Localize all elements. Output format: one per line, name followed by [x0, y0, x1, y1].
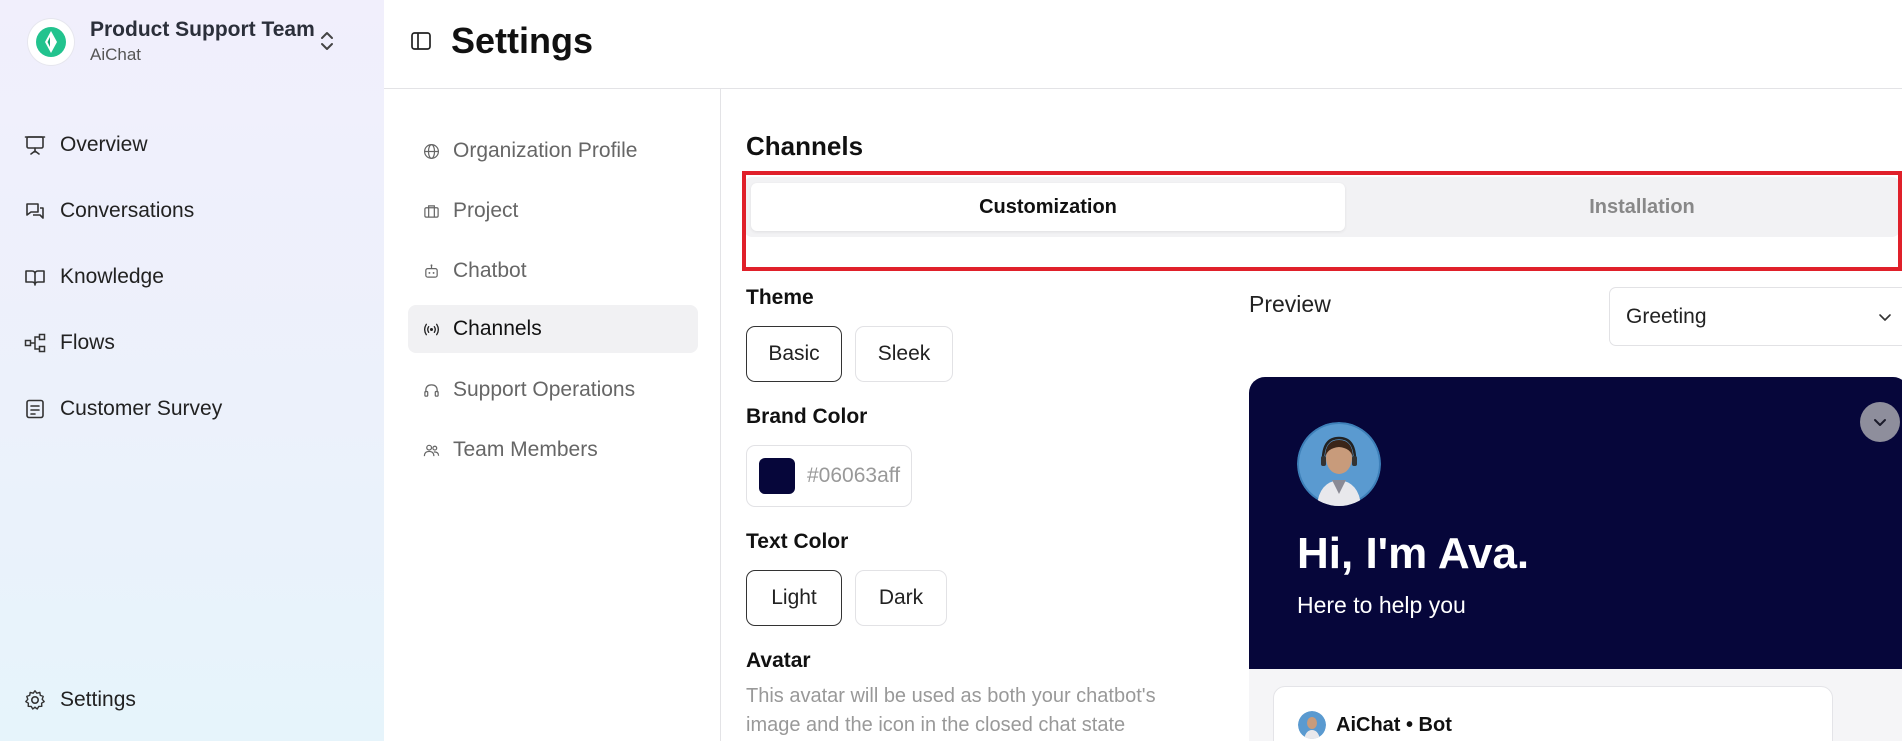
channels-panel: Channels Customization Installation Them… — [721, 89, 1902, 741]
settings-nav-organization-profile[interactable]: Organization Profile — [408, 127, 698, 175]
theme-basic-button[interactable]: Basic — [746, 326, 842, 382]
nav-label: Flows — [60, 331, 115, 354]
chat-widget-preview: Hi, I'm Ava. Here to help you AiChat • B… — [1249, 377, 1902, 741]
settings-nav-label: Team Members — [453, 438, 598, 461]
gear-icon — [25, 690, 45, 710]
settings-nav-label: Project — [453, 199, 519, 222]
survey-form-icon — [26, 399, 44, 419]
nav-item-customer-survey[interactable]: Customer Survey — [24, 376, 222, 442]
nav-item-knowledge[interactable]: Knowledge — [24, 244, 222, 310]
collapse-chat-button[interactable] — [1860, 402, 1900, 442]
page-header: Settings — [384, 0, 1902, 89]
nav-label: Knowledge — [60, 265, 164, 288]
tab-customization[interactable]: Customization — [751, 183, 1345, 231]
chat-header: Hi, I'm Ava. Here to help you — [1249, 377, 1902, 669]
broadcast-icon — [423, 323, 440, 335]
headset-icon — [424, 383, 439, 397]
preview-label: Preview — [1249, 291, 1331, 317]
greeting-title: Hi, I'm Ava. — [1297, 529, 1530, 578]
org-switcher[interactable]: Product Support Team AiChat — [28, 18, 315, 65]
nav-label: Customer Survey — [60, 397, 223, 420]
users-icon — [423, 444, 440, 456]
presentation-icon — [24, 136, 46, 155]
nav-label: Conversations — [60, 199, 195, 222]
brand-color-swatch[interactable] — [759, 458, 795, 494]
brand-color-value: #06063aff — [807, 464, 901, 487]
bot-icon — [425, 263, 438, 278]
theme-label: Theme — [746, 286, 814, 309]
nav-item-overview[interactable]: Overview — [24, 112, 222, 178]
message-card: AiChat • Bot — [1273, 686, 1833, 741]
nav-label: Overview — [60, 133, 148, 156]
page-title: Settings — [451, 20, 594, 61]
section-title: Channels — [746, 131, 864, 161]
settings-nav-team-members[interactable]: Team Members — [408, 426, 698, 474]
globe-icon — [423, 143, 440, 159]
app-sidebar: Product Support Team AiChat Overview Con… — [0, 0, 384, 741]
nav-item-flows[interactable]: Flows — [24, 310, 222, 376]
channel-tabs: Customization Installation — [742, 174, 1902, 238]
sidebar-toggle-icon[interactable] — [410, 30, 432, 52]
book-open-icon — [25, 270, 45, 286]
preview-mode-select[interactable]: Greeting — [1609, 287, 1902, 346]
chevron-down-icon — [1874, 419, 1886, 426]
nav-item-settings[interactable]: Settings — [24, 668, 136, 732]
settings-nav-label: Chatbot — [453, 259, 527, 282]
briefcase-icon — [424, 204, 439, 218]
bot-avatar — [1297, 422, 1381, 506]
text-color-dark-button[interactable]: Dark — [855, 570, 947, 626]
org-name: Product Support Team — [90, 18, 315, 41]
brand-color-picker[interactable]: #06063aff — [746, 445, 912, 507]
settings-nav: Organization Profile Project Chatbot Cha… — [384, 89, 721, 741]
settings-nav-support-operations[interactable]: Support Operations — [408, 366, 698, 414]
settings-nav-label: Organization Profile — [453, 139, 638, 162]
settings-nav-label: Support Operations — [453, 378, 636, 401]
settings-nav-label: Channels — [453, 317, 542, 340]
chat-bubbles-icon — [26, 203, 44, 219]
preview-select-value: Greeting — [1626, 304, 1707, 328]
nav-item-conversations[interactable]: Conversations — [24, 178, 222, 244]
org-subtitle: AiChat — [90, 45, 142, 64]
chevron-down-icon — [1879, 314, 1891, 321]
main-nav: Overview Conversations Knowledge Flows C… — [24, 112, 222, 442]
theme-sleek-button[interactable]: Sleek — [855, 326, 953, 382]
brand-color-label: Brand Color — [746, 405, 868, 428]
settings-nav-project[interactable]: Project — [408, 187, 698, 235]
tab-installation[interactable]: Installation — [1345, 183, 1902, 231]
settings-nav-channels[interactable]: Channels — [408, 305, 698, 353]
text-color-light-button[interactable]: Light — [746, 570, 842, 626]
chevron-up-down-icon[interactable] — [316, 28, 338, 54]
mini-avatar — [1298, 711, 1326, 739]
nav-label: Settings — [60, 688, 136, 711]
avatar-label: Avatar — [746, 649, 811, 672]
settings-nav-chatbot[interactable]: Chatbot — [408, 247, 698, 295]
avatar-description: This avatar will be used as both your ch… — [746, 685, 1156, 736]
aichat-logo — [28, 18, 74, 65]
message-sender: AiChat • Bot — [1336, 713, 1452, 736]
text-color-label: Text Color — [746, 530, 849, 553]
greeting-subtitle: Here to help you — [1297, 592, 1466, 618]
flow-nodes-icon — [24, 333, 46, 353]
